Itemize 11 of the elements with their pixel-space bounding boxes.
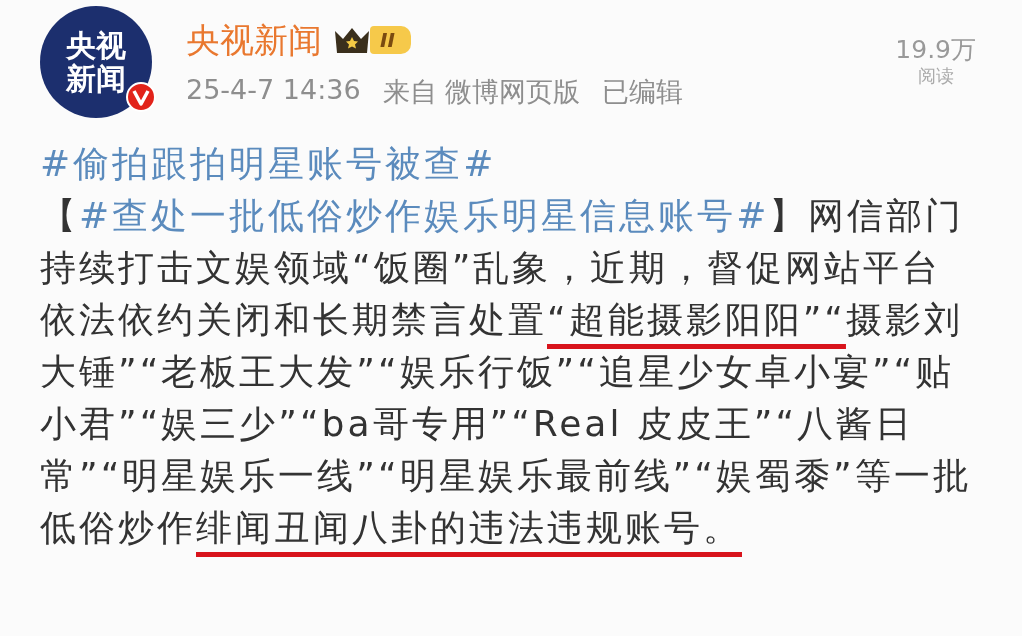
hashtag-link[interactable]: #偷拍跟拍明星账号被查#: [40, 143, 497, 184]
edited-label: 已编辑: [602, 75, 684, 109]
read-count: 19.9万: [895, 36, 976, 64]
post-source: 来自 微博网页版: [382, 75, 581, 109]
post-text: #偷拍跟拍明星账号被查# 【#查处一批低俗炒作娱乐明星信息账号#】网信部门持续打击文娱领域“饭圈”乱象，近期，督促网站平台依法依约关闭和长期禁言处置“超能摄影阳阳”“摄影刘大锤”“老板王大发”“娱乐行饭”“追星少女卓小宴”“贴小君”“娱三少”“ba哥专用”“Real 皮皮王”“八酱日常”“明星娱乐一线”“明星娱乐最前线”“娱蜀黍”等一批低俗炒作绯闻丑闻八卦的违法违规账号。: [40, 142, 973, 550]
post-time: 25-4-7 14:36: [186, 74, 361, 107]
read-label: 阅读: [917, 64, 954, 88]
author-name[interactable]: 央视新闻: [186, 20, 322, 60]
level-badge[interactable]: II: [370, 26, 411, 54]
avatar-logo-text: 央视新闻: [65, 29, 127, 95]
hashtag-link[interactable]: #查处一批低俗炒作娱乐明星信息账号#: [79, 195, 770, 236]
